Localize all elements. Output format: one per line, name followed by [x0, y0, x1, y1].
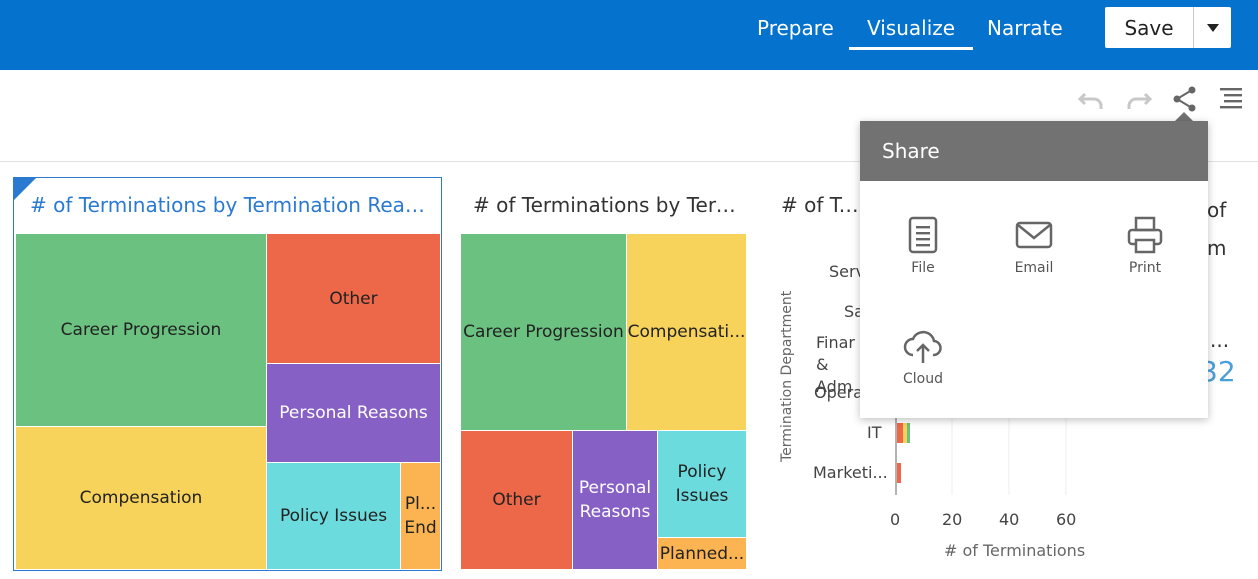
treemap-cell-career-progression[interactable]: Career Progression [15, 233, 267, 427]
save-button[interactable]: Save [1105, 7, 1194, 48]
undo-icon[interactable] [1077, 84, 1107, 114]
share-file-label: File [911, 260, 935, 276]
viz3-title: # of Term [781, 193, 861, 217]
share-cloud-label: Cloud [903, 371, 943, 387]
bar-category-label: Opera [814, 383, 863, 402]
bar-chart-x-axis-label: # of Terminations [944, 541, 1086, 560]
bar-segment [897, 463, 901, 483]
caret-down-icon [1206, 23, 1219, 32]
file-icon [908, 216, 938, 254]
top-bar: Prepare Visualize Narrate Save [0, 0, 1258, 70]
treemap-cell-personal-reasons[interactable]: Personal Reasons [266, 363, 441, 463]
tab-prepare[interactable]: Prepare [757, 14, 834, 48]
treemap2-cell-other[interactable]: Other [460, 430, 573, 570]
bar-chart-plot [895, 410, 1067, 495]
tab-narrate[interactable]: Narrate [987, 14, 1063, 48]
share-cloud-button[interactable]: Cloud [878, 327, 968, 407]
tab-visualize[interactable]: Visualize [848, 14, 974, 50]
share-email-button[interactable]: Email [989, 216, 1079, 296]
share-print-label: Print [1128, 260, 1162, 276]
share-popup-title: Share [860, 121, 1208, 181]
bar-segment [897, 423, 903, 443]
x-tick-label: 0 [890, 510, 901, 529]
x-tick-label: 20 [942, 510, 963, 529]
treemap2-cell-planned[interactable]: Planned... [657, 537, 747, 570]
bar-segment [907, 423, 910, 443]
treemap-cell-planned-end[interactable]: Pl... End [400, 462, 441, 570]
treemap-cell-policy-issues[interactable]: Policy Issues [266, 462, 401, 570]
redo-icon[interactable] [1123, 84, 1153, 114]
viz4-title-fragment-1: of [1207, 198, 1227, 222]
bar-chart-y-axis-label: Termination Department [779, 290, 795, 462]
viz1-title: # of Terminations by Termination Reason [30, 193, 430, 217]
treemap2-cell-career-progression[interactable]: Career Progression [460, 233, 627, 431]
share-file-button[interactable]: File [878, 216, 968, 296]
bar-category-label: Marketi... [813, 463, 888, 482]
cloud-icon [903, 330, 942, 363]
save-dropdown-button[interactable] [1194, 7, 1231, 48]
viz2-title: # of Terminations by Term... [473, 193, 743, 217]
x-tick-label: 60 [1056, 510, 1077, 529]
treemap-cell-compensation[interactable]: Compensation [15, 426, 267, 570]
treemap-cell-other[interactable]: Other [266, 233, 441, 364]
treemap2-cell-policy-issues[interactable]: Policy Issues [657, 430, 747, 538]
x-tick-label: 40 [999, 510, 1020, 529]
save-button-group: Save [1105, 7, 1231, 48]
share-popup: Share File Email Print Cloud [860, 121, 1208, 418]
share-print-button[interactable]: Print [1100, 216, 1190, 296]
share-email-label: Email [1014, 260, 1054, 276]
menu-icon[interactable] [1218, 84, 1248, 114]
viz4-ellipsis: ... [1210, 328, 1230, 352]
print-icon [1127, 216, 1163, 254]
share-icon[interactable] [1170, 84, 1200, 114]
treemap2-cell-compensation[interactable]: Compensati... [626, 233, 747, 431]
email-icon [1015, 221, 1053, 249]
treemap2-cell-personal-reasons[interactable]: Personal Reasons [572, 430, 658, 570]
viz4-title-fragment-2: m [1207, 236, 1227, 260]
bar-segment [903, 423, 907, 443]
